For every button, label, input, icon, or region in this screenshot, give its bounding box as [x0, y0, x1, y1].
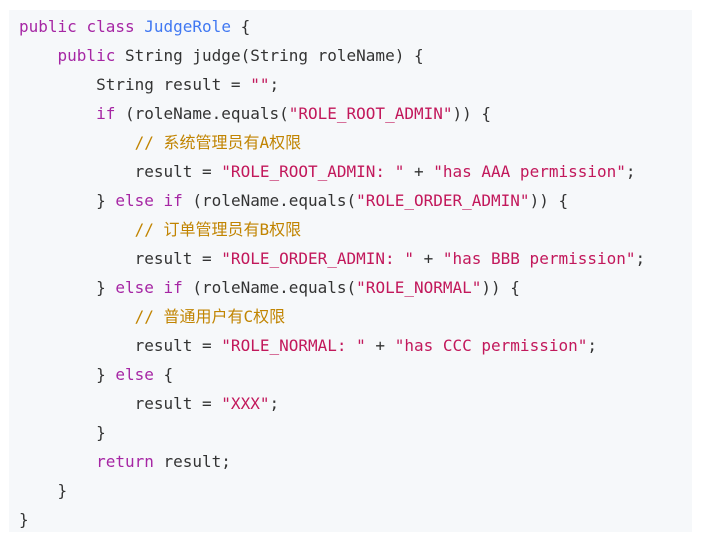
- keyword: else: [115, 191, 154, 210]
- code-line-5: // 系统管理员有A权限: [19, 128, 302, 157]
- class-name: JudgeRole: [144, 17, 231, 36]
- keyword: if: [96, 104, 116, 123]
- variable-decl: result =: [163, 75, 251, 94]
- code-line-17: }: [19, 476, 68, 505]
- code-comment: // 订单管理员有B权限: [134, 220, 302, 239]
- code-line-9: result = "ROLE_ORDER_ADMIN: " + "has BBB…: [19, 244, 646, 273]
- method-signature: judge(String roleName) {: [192, 46, 424, 65]
- punctuation: {: [153, 365, 174, 384]
- punctuation: )) {: [481, 278, 520, 297]
- punctuation: )) {: [529, 191, 569, 210]
- string-literal: "ROLE_ROOT_ADMIN: ": [221, 162, 405, 181]
- punctuation: ;: [635, 249, 646, 268]
- expression: (roleName.equals(: [124, 104, 289, 123]
- type-name: String: [96, 75, 154, 94]
- string-literal: "ROLE_ORDER_ADMIN: ": [221, 249, 414, 268]
- keyword: class: [86, 17, 135, 36]
- punctuation: }: [19, 510, 29, 529]
- punctuation: ;: [625, 162, 636, 181]
- code-block: public class JudgeRole { public String j…: [9, 10, 692, 532]
- punctuation: ;: [587, 336, 597, 355]
- keyword: if: [163, 191, 183, 210]
- assignment: result =: [134, 249, 222, 268]
- code-line-2: public String judge(String roleName) {: [19, 41, 424, 70]
- code-line-4: if (roleName.equals("ROLE_ROOT_ADMIN")) …: [19, 99, 491, 128]
- operator: +: [413, 249, 443, 268]
- punctuation: }: [96, 191, 116, 210]
- punctuation: }: [96, 278, 116, 297]
- code-line-8: // 订单管理员有B权限: [19, 215, 302, 244]
- string-literal: "": [250, 75, 270, 94]
- code-line-1: public class JudgeRole {: [19, 12, 250, 41]
- keyword: if: [163, 278, 183, 297]
- keyword: public: [19, 17, 77, 36]
- code-comment: // 系统管理员有A权限: [134, 133, 302, 152]
- code-line-16: return result;: [19, 447, 231, 476]
- punctuation: )) {: [452, 104, 492, 123]
- string-literal: "ROLE_NORMAL": [356, 278, 482, 297]
- code-line-10: } else if (roleName.equals("ROLE_NORMAL"…: [19, 273, 520, 302]
- keyword: public: [57, 46, 116, 65]
- code-line-18: }: [19, 505, 29, 534]
- punctuation: }: [96, 365, 116, 384]
- string-literal: "XXX": [221, 394, 270, 413]
- code-line-7: } else if (roleName.equals("ROLE_ORDER_A…: [19, 186, 568, 215]
- keyword: else: [115, 365, 154, 384]
- punctuation: ;: [269, 394, 280, 413]
- assignment: result =: [134, 336, 222, 355]
- string-literal: "ROLE_NORMAL: ": [221, 336, 366, 355]
- return-value: result;: [163, 452, 231, 471]
- keyword: else: [115, 278, 154, 297]
- assignment: result =: [134, 162, 222, 181]
- code-line-6: result = "ROLE_ROOT_ADMIN: " + "has AAA …: [19, 157, 636, 186]
- code-line-13: } else {: [19, 360, 173, 389]
- operator: +: [365, 336, 395, 355]
- expression: (roleName.equals(: [192, 278, 357, 297]
- code-line-3: String result = "";: [19, 70, 279, 99]
- punctuation: }: [96, 423, 106, 442]
- string-literal: "ROLE_ROOT_ADMIN": [288, 104, 453, 123]
- code-line-15: }: [19, 418, 106, 447]
- code-line-11: // 普通用户有C权限: [19, 302, 286, 331]
- string-literal: "has BBB permission": [442, 249, 636, 268]
- string-literal: "has CCC permission": [394, 336, 588, 355]
- code-line-14: result = "XXX";: [19, 389, 280, 418]
- keyword: return: [96, 452, 154, 471]
- punctuation: ;: [269, 75, 280, 94]
- code-comment: // 普通用户有C权限: [134, 307, 286, 326]
- operator: +: [404, 162, 434, 181]
- code-line-12: result = "ROLE_NORMAL: " + "has CCC perm…: [19, 331, 597, 360]
- string-literal: "ROLE_ORDER_ADMIN": [356, 191, 530, 210]
- type-name: String: [124, 46, 183, 65]
- assignment: result =: [134, 394, 222, 413]
- punctuation: {: [240, 17, 251, 36]
- punctuation: }: [57, 481, 68, 500]
- string-literal: "has AAA permission": [433, 162, 626, 181]
- expression: (roleName.equals(: [192, 191, 357, 210]
